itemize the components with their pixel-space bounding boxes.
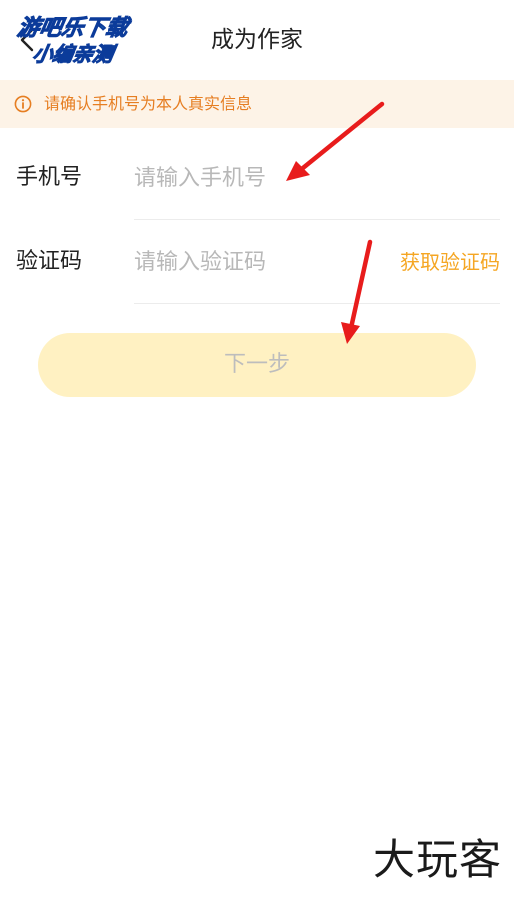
phone-row: 手机号: [0, 136, 514, 220]
phone-input[interactable]: [134, 158, 374, 198]
notice-bar: 请确认手机号为本人真实信息: [0, 80, 514, 128]
annotation-arrows: [286, 101, 385, 344]
phone-label: 手机号: [16, 165, 83, 190]
page: 成为作家 游吧乐下载 小编亲测 请确认手机号为本人真实信息 手机号 验证码: [0, 0, 514, 899]
get-code-button[interactable]: 获取验证码: [400, 220, 500, 304]
notice-text: 请确认手机号为本人真实信息: [44, 94, 253, 113]
watermark-line-2: 小编亲测: [30, 42, 116, 67]
code-label: 验证码: [16, 249, 83, 274]
info-circle-icon: [14, 95, 32, 113]
next-step-button[interactable]: 下一步: [38, 333, 476, 397]
watermark-bottom: 大玩客: [372, 835, 502, 884]
header-bar: 成为作家 游吧乐下载 小编亲测: [0, 0, 514, 80]
code-row: 验证码 获取验证码: [0, 220, 514, 304]
code-divider: [134, 303, 500, 304]
code-input[interactable]: [134, 242, 374, 282]
watermark-logo: 游吧乐下载 小编亲测: [9, 8, 155, 67]
